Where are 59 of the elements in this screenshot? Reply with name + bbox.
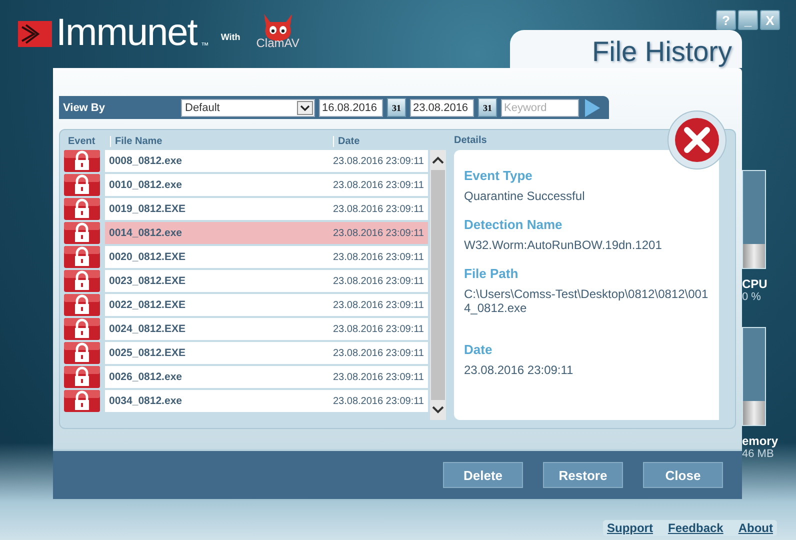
- detail-value: W32.Worm:AutoRunBOW.19dn.1201: [464, 238, 663, 252]
- lock-icon[interactable]: [64, 222, 100, 244]
- detail-label: File Path: [464, 266, 520, 281]
- history-row[interactable]: 0025_0812.EXE 23.08.2016 23:09:11: [105, 342, 428, 364]
- meter-reading: 0 %: [742, 291, 761, 303]
- lock-icon[interactable]: [64, 246, 100, 268]
- footer-link[interactable]: Support: [606, 521, 653, 535]
- meter-label: CPU: [742, 277, 768, 291]
- view-dropdown[interactable]: Default: [181, 98, 315, 116]
- meter-label: emory: [742, 434, 778, 448]
- history-row[interactable]: 0008_0812.exe 23.08.2016 23:09:11: [105, 150, 428, 172]
- lock-icon[interactable]: [64, 366, 100, 388]
- view-by-label: View By: [63, 102, 106, 114]
- detail-label: Event Type: [464, 168, 534, 183]
- calendar-button[interactable]: 31: [387, 98, 406, 117]
- detail-value: C:\Users\Comss-Test\Desktop\0812\0812\0014_0812.exe: [464, 287, 709, 315]
- detail-label: Detection Name: [464, 217, 564, 232]
- history-row[interactable]: 0010_0812.exe 23.08.2016 23:09:11: [105, 174, 428, 196]
- history-row[interactable]: 0023_0812.EXE 23.08.2016 23:09:11: [105, 270, 428, 292]
- detail-value: Quarantine Successful: [464, 189, 586, 203]
- detail-label: Date: [464, 342, 494, 357]
- footer-link[interactable]: Feedback: [668, 521, 724, 535]
- detail-value: 23.08.2016 23:09:11: [464, 363, 574, 377]
- lock-icon[interactable]: [64, 342, 100, 364]
- scrollbar-thumb[interactable]: [431, 170, 445, 400]
- column-header: Date: [333, 136, 446, 146]
- logo-text: Immunet: [56, 16, 197, 50]
- caret-icon: [297, 100, 313, 114]
- details-heading: Details: [454, 134, 488, 148]
- history-row[interactable]: 0020_0812.EXE 23.08.2016 23:09:11: [105, 246, 428, 268]
- history-row[interactable]: 0019_0812.EXE 23.08.2016 23:09:11: [105, 198, 428, 220]
- lock-icon[interactable]: [64, 150, 100, 172]
- lock-icon[interactable]: [64, 294, 100, 316]
- history-row[interactable]: 0024_0812.EXE 23.08.2016 23:09:11: [105, 318, 428, 340]
- lock-icon[interactable]: [64, 198, 100, 220]
- footer-link[interactable]: About: [738, 521, 773, 535]
- lock-icon[interactable]: [64, 174, 100, 196]
- lock-icon[interactable]: [64, 390, 100, 412]
- column-header: File Name: [110, 136, 333, 146]
- partner-name: ClamAV: [256, 36, 300, 50]
- history-row[interactable]: 0022_0812.EXE 23.08.2016 23:09:11: [105, 294, 428, 316]
- scroll-down-icon[interactable]: [432, 406, 444, 414]
- scrollbar[interactable]: [430, 150, 446, 420]
- history-row[interactable]: 0014_0812.exe 23.08.2016 23:09:11: [105, 222, 428, 244]
- history-row[interactable]: 0026_0812.exe 23.08.2016 23:09:11: [105, 366, 428, 388]
- trademark: ™: [200, 41, 209, 50]
- scroll-up-icon[interactable]: [432, 156, 444, 164]
- column-header: Event: [67, 136, 96, 146]
- date-to-field[interactable]: 23.08.2016: [410, 98, 474, 116]
- calendar-button[interactable]: 31: [478, 98, 497, 117]
- search-arrow-icon[interactable]: [583, 98, 601, 118]
- meter-reading: 46 MB: [742, 448, 774, 460]
- history-row[interactable]: 0034_0812.exe 23.08.2016 23:09:11: [105, 390, 428, 412]
- keyword-field[interactable]: Keyword: [501, 98, 579, 116]
- with-label: With: [220, 32, 240, 42]
- date-from-field[interactable]: 16.08.2016: [319, 98, 383, 116]
- lock-icon[interactable]: [64, 270, 100, 292]
- lock-icon[interactable]: [64, 318, 100, 340]
- logo-icon: [18, 21, 52, 47]
